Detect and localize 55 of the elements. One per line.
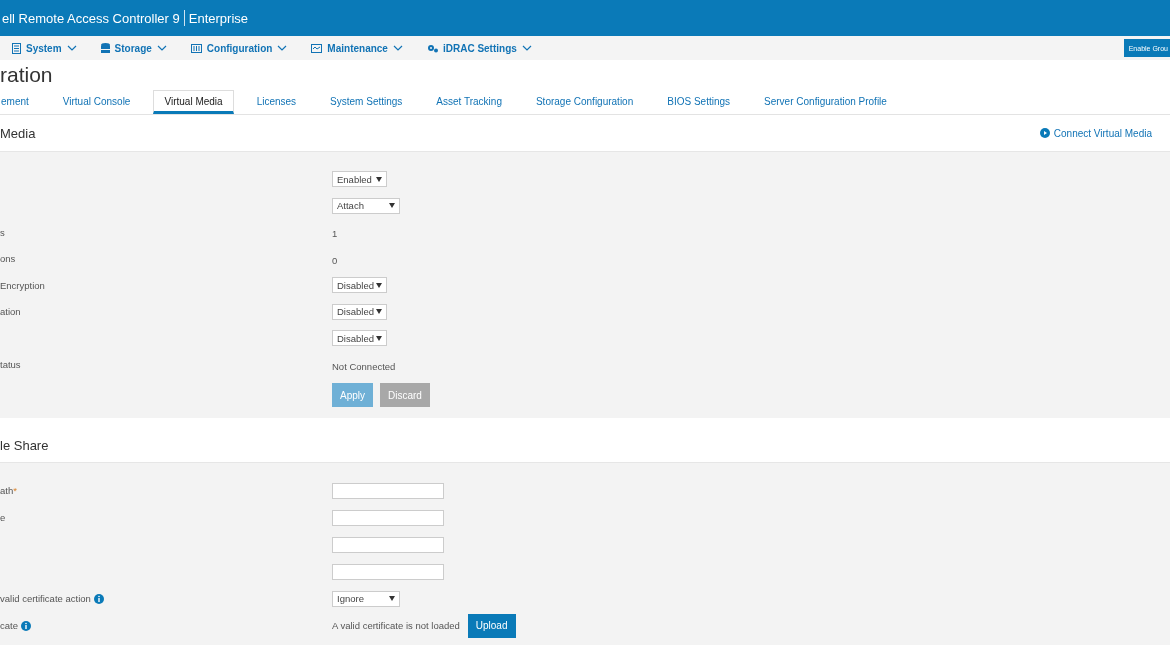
caret-icon <box>389 203 395 209</box>
section-title: Media <box>0 125 36 141</box>
caret-icon <box>376 335 382 341</box>
nav-menu[interactable]: Configuration <box>190 42 288 54</box>
tab[interactable]: Virtual Media <box>153 90 234 114</box>
chevron-down-icon <box>392 45 403 51</box>
caret-icon <box>376 176 382 182</box>
field-value: Not Connected <box>332 360 396 372</box>
chevron-down-icon <box>156 45 167 51</box>
certificate-status: A valid certificate is not loaded <box>332 620 460 631</box>
edition-label: Enterprise <box>188 10 248 26</box>
nav-menu[interactable]: System <box>12 42 77 54</box>
dropdown[interactable]: Enabled <box>332 171 387 188</box>
input-field[interactable] <box>332 483 444 499</box>
input-field[interactable] <box>332 510 444 526</box>
info-icon <box>20 620 31 631</box>
input-field[interactable] <box>332 564 444 580</box>
monitor-icon <box>311 43 323 53</box>
field-label: e <box>0 512 7 523</box>
dropdown[interactable]: Disabled <box>332 303 387 320</box>
dropdown[interactable]: Disabled <box>332 330 387 347</box>
field-label: s <box>0 226 6 238</box>
panel-icon <box>190 43 202 53</box>
field-value: 0 <box>332 254 338 266</box>
database-icon <box>100 43 110 53</box>
field-label: ation <box>0 306 22 318</box>
connect-link[interactable]: Connect Virtual Media <box>1039 127 1152 139</box>
upload-button[interactable]: Upload <box>467 613 516 638</box>
caret-icon <box>376 309 382 315</box>
field-label: valid certificate action <box>0 593 332 604</box>
field-label: ath* <box>0 485 18 496</box>
field-label: Encryption <box>0 279 46 291</box>
play-icon <box>1039 128 1050 138</box>
page-title: ration <box>0 62 54 88</box>
chevron-down-icon <box>521 45 532 51</box>
input-field[interactable] <box>332 537 444 553</box>
field-label: cate <box>0 620 332 631</box>
field-label: tatus <box>0 359 22 371</box>
nav-menu[interactable]: iDRAC Settings <box>426 42 532 54</box>
field-label: ons <box>0 253 17 265</box>
server-icon <box>12 42 21 54</box>
caret-icon <box>376 282 382 288</box>
caret-icon <box>389 596 395 601</box>
chevron-down-icon <box>277 45 288 51</box>
dropdown[interactable]: Ignore <box>332 590 400 607</box>
chevron-down-icon <box>66 45 77 51</box>
nav-menu[interactable]: Storage <box>100 42 167 54</box>
info-icon <box>93 593 104 604</box>
nav-menu[interactable]: Maintenance <box>311 42 403 54</box>
section-title: le Share <box>0 437 49 453</box>
product-title: ell Remote Access Controller 9 <box>2 10 180 26</box>
field-value: 1 <box>332 228 338 240</box>
dropdown[interactable]: Attach <box>332 197 400 214</box>
gears-icon <box>426 43 438 53</box>
dropdown[interactable]: Disabled <box>332 277 387 294</box>
